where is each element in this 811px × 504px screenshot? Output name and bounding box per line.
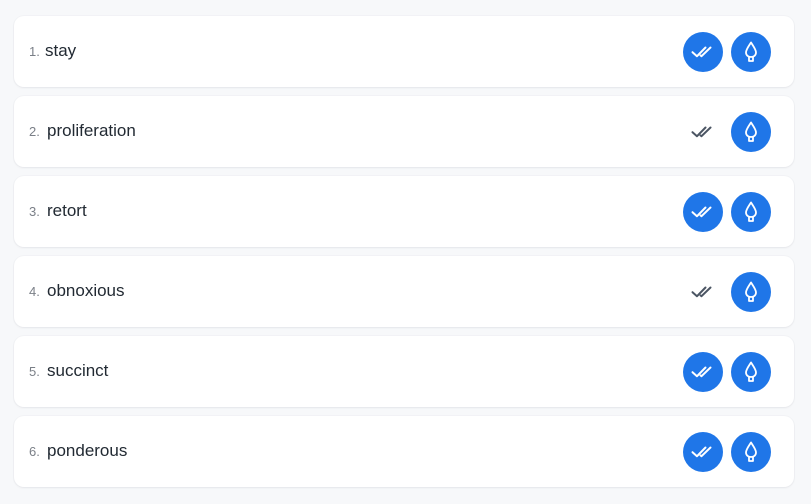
- list-item: 4. obnoxious: [14, 256, 794, 327]
- item-number: 6.: [29, 444, 40, 459]
- item-word: succinct: [47, 361, 109, 380]
- item-word: retort: [47, 201, 87, 220]
- ink-drop-icon: [745, 361, 757, 382]
- double-check-button[interactable]: [683, 112, 723, 152]
- item-number: 2.: [29, 124, 40, 139]
- ink-drop-button[interactable]: [731, 432, 771, 472]
- double-check-icon: [691, 286, 712, 298]
- item-number: 1.: [29, 44, 40, 59]
- double-check-icon: [691, 46, 712, 58]
- list-item: 1. stay: [14, 16, 794, 87]
- double-check-button[interactable]: [683, 272, 723, 312]
- item-word: obnoxious: [47, 281, 125, 300]
- ink-drop-button[interactable]: [731, 32, 771, 72]
- ink-drop-button[interactable]: [731, 272, 771, 312]
- double-check-button[interactable]: [683, 192, 723, 232]
- word-list: 1. stay 2. proliferation 3. retort 4. ob…: [14, 16, 794, 496]
- item-word: stay: [45, 41, 77, 60]
- item-word: proliferation: [47, 121, 136, 140]
- item-number: 4.: [29, 284, 40, 299]
- ink-drop-icon: [745, 201, 757, 222]
- ink-drop-icon: [745, 121, 757, 142]
- double-check-icon: [691, 206, 712, 218]
- item-number: 3.: [29, 204, 40, 219]
- item-number: 5.: [29, 364, 40, 379]
- double-check-icon: [691, 126, 712, 138]
- item-word: ponderous: [47, 441, 128, 460]
- ink-drop-button[interactable]: [731, 112, 771, 152]
- list-item: 5. succinct: [14, 336, 794, 407]
- double-check-button[interactable]: [683, 352, 723, 392]
- ink-drop-button[interactable]: [731, 192, 771, 232]
- list-item: 3. retort: [14, 176, 794, 247]
- list-item: 6. ponderous: [14, 416, 794, 487]
- ink-drop-icon: [745, 281, 757, 302]
- list-item: 2. proliferation: [14, 96, 794, 167]
- ink-drop-icon: [745, 441, 757, 462]
- double-check-button[interactable]: [683, 32, 723, 72]
- double-check-button[interactable]: [683, 432, 723, 472]
- ink-drop-button[interactable]: [731, 352, 771, 392]
- ink-drop-icon: [745, 41, 757, 62]
- double-check-icon: [691, 446, 712, 458]
- double-check-icon: [691, 366, 712, 378]
